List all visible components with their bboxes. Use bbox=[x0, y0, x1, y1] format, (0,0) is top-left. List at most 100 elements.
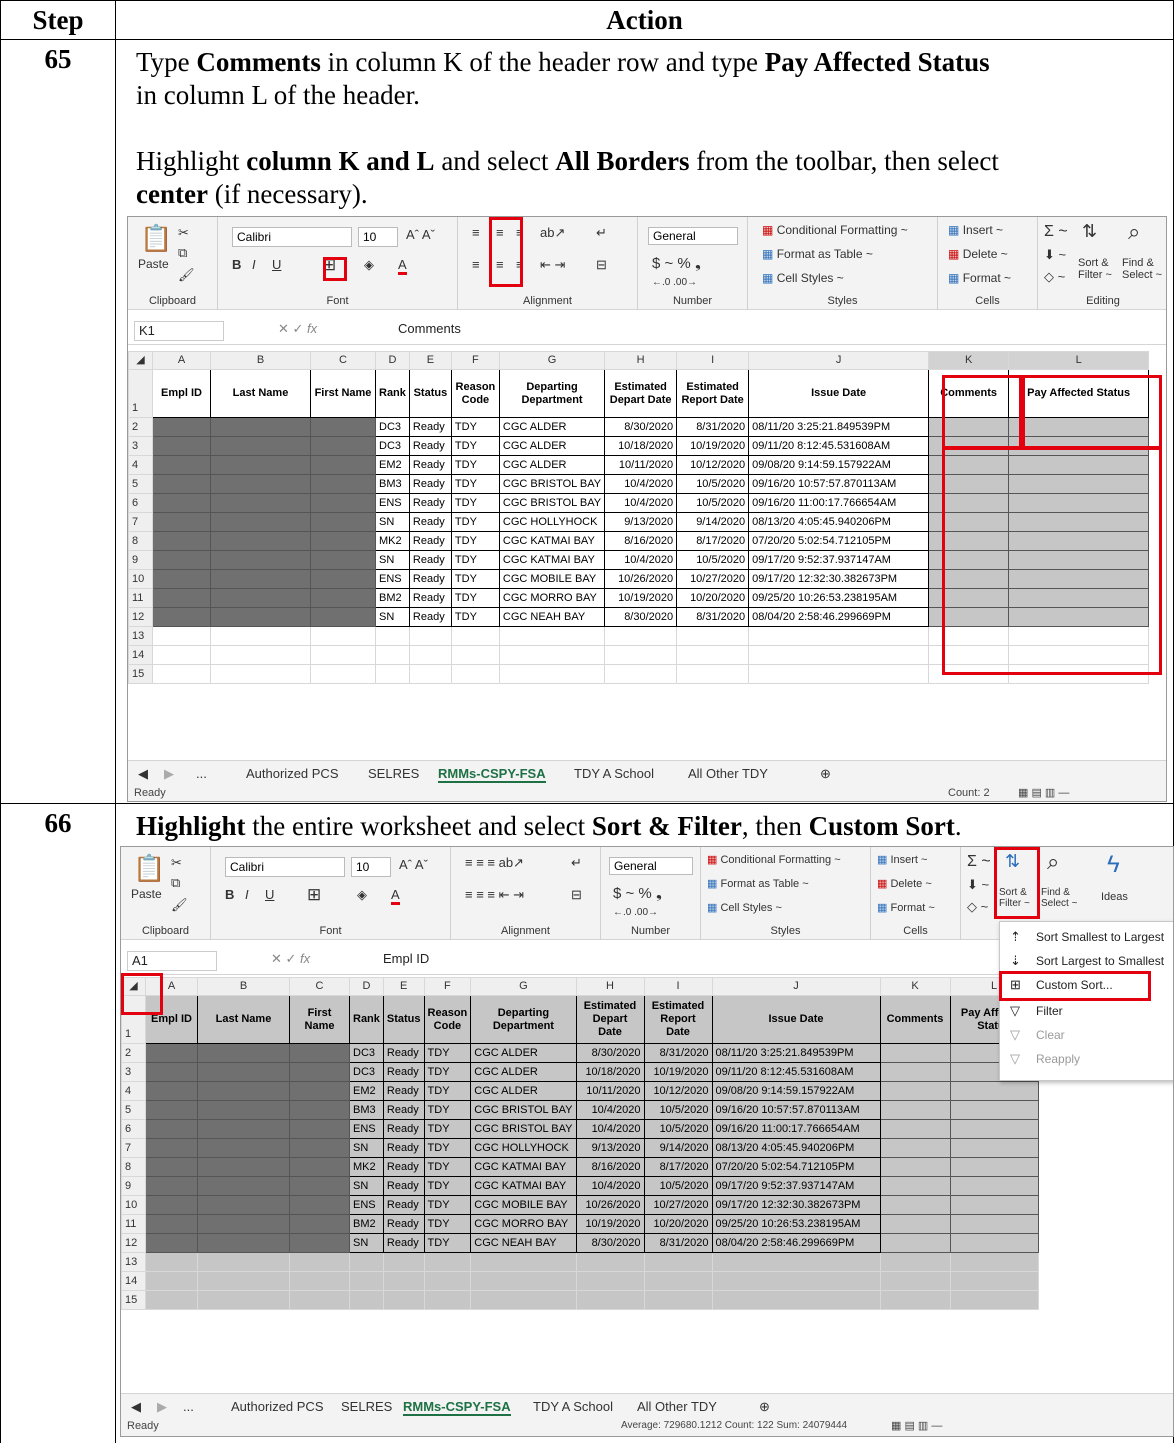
decimal-icon[interactable]: ←.0 .00→ bbox=[652, 277, 697, 288]
cell[interactable]: TDY bbox=[450, 569, 500, 589]
fill-icon[interactable]: ⬇ ~ bbox=[1044, 247, 1066, 263]
cell[interactable]: CGC ALDER bbox=[470, 1081, 577, 1101]
cell[interactable]: 10/20/2020 bbox=[676, 588, 750, 608]
cell[interactable]: 08/04/20 2:58:46.299669PM bbox=[711, 1233, 881, 1253]
redacted-cell[interactable] bbox=[197, 1100, 290, 1120]
column-header[interactable]: G bbox=[498, 351, 606, 370]
insert-button[interactable]: ▦ Insert ~ bbox=[948, 223, 1003, 237]
cell[interactable] bbox=[879, 1233, 951, 1253]
cell[interactable]: CGC MORRO BAY bbox=[470, 1214, 577, 1234]
tab-tdy-a-school[interactable]: TDY A School bbox=[574, 766, 654, 781]
add-sheet-icon[interactable]: ⊕ bbox=[759, 1399, 770, 1415]
cell[interactable]: 8/30/2020 bbox=[575, 1233, 645, 1253]
cell[interactable]: BM3 bbox=[375, 474, 410, 494]
redacted-cell[interactable] bbox=[310, 493, 376, 513]
row-header[interactable]: 9 bbox=[128, 550, 153, 570]
cell[interactable]: 10/5/2020 bbox=[643, 1100, 713, 1120]
cell[interactable]: 10/5/2020 bbox=[676, 474, 750, 494]
tab-selres[interactable]: SELRES bbox=[368, 766, 419, 781]
align-top-icon[interactable]: ≡ bbox=[472, 225, 480, 240]
redacted-cell[interactable] bbox=[197, 1138, 290, 1158]
cell[interactable] bbox=[470, 1271, 577, 1291]
wrap-text-icon[interactable]: ↵ bbox=[596, 225, 607, 241]
redacted-cell[interactable] bbox=[145, 1138, 198, 1158]
font-color-icon[interactable]: A bbox=[391, 887, 400, 905]
menu-filter[interactable]: ▽ Filter bbox=[1000, 1000, 1173, 1022]
cell[interactable] bbox=[676, 664, 750, 684]
cut-icon[interactable]: ✂ bbox=[171, 855, 182, 871]
cell[interactable]: TDY bbox=[450, 512, 500, 532]
cell[interactable]: 10/26/2020 bbox=[604, 569, 678, 589]
redacted-cell[interactable] bbox=[197, 1233, 290, 1253]
redacted-cell[interactable] bbox=[197, 1176, 290, 1196]
cell[interactable] bbox=[879, 1176, 951, 1196]
tab-all-other-tdy[interactable]: All Other TDY bbox=[637, 1399, 717, 1414]
cell[interactable] bbox=[450, 664, 500, 684]
cell[interactable]: CGC ALDER bbox=[498, 436, 606, 456]
redacted-cell[interactable] bbox=[145, 1176, 198, 1196]
cell[interactable]: DC3 bbox=[349, 1043, 384, 1063]
cell[interactable] bbox=[197, 1290, 290, 1310]
paste-label[interactable]: Paste bbox=[138, 257, 169, 271]
redacted-cell[interactable] bbox=[145, 1043, 198, 1063]
tab-rmms-cspy-fsa[interactable]: RMMs-CSPY-FSA bbox=[438, 766, 546, 783]
row-header[interactable]: 4 bbox=[128, 455, 153, 475]
row-header[interactable]: 11 bbox=[121, 1214, 146, 1234]
cell[interactable] bbox=[145, 1252, 198, 1272]
wrap-text-icon[interactable]: ↵ bbox=[571, 855, 582, 871]
cell[interactable] bbox=[349, 1271, 384, 1291]
cell[interactable] bbox=[879, 1081, 951, 1101]
redacted-cell[interactable] bbox=[152, 493, 211, 513]
cell[interactable] bbox=[408, 664, 452, 684]
row-header[interactable]: 3 bbox=[121, 1062, 146, 1082]
redacted-cell[interactable] bbox=[310, 607, 376, 627]
cell[interactable] bbox=[382, 1271, 425, 1291]
cell[interactable]: 10/12/2020 bbox=[676, 455, 750, 475]
redacted-cell[interactable] bbox=[210, 607, 311, 627]
cell[interactable] bbox=[289, 1271, 350, 1291]
cell[interactable]: TDY bbox=[450, 493, 500, 513]
cell[interactable]: 07/20/20 5:02:54.712105PM bbox=[711, 1157, 881, 1177]
cell[interactable]: 07/20/20 5:02:54.712105PM bbox=[748, 531, 930, 551]
redacted-cell[interactable] bbox=[152, 550, 211, 570]
column-header[interactable]: E bbox=[382, 977, 425, 996]
cell[interactable] bbox=[643, 1252, 713, 1272]
redacted-cell[interactable] bbox=[289, 1100, 350, 1120]
cell[interactable]: 10/19/2020 bbox=[643, 1062, 713, 1082]
fill-color-icon[interactable]: ◈ bbox=[357, 887, 367, 903]
cell[interactable]: TDY bbox=[450, 417, 500, 437]
cell[interactable]: 09/17/20 9:52:37.937147AM bbox=[711, 1176, 881, 1196]
cell[interactable]: TDY bbox=[423, 1081, 472, 1101]
cell[interactable] bbox=[310, 626, 376, 646]
cell[interactable] bbox=[349, 1252, 384, 1272]
column-header[interactable]: A bbox=[152, 351, 211, 370]
font-color-icon[interactable]: A bbox=[398, 257, 407, 275]
row-header[interactable]: 15 bbox=[128, 664, 153, 684]
row-header[interactable]: 5 bbox=[121, 1100, 146, 1120]
cell[interactable]: 10/27/2020 bbox=[676, 569, 750, 589]
redacted-cell[interactable] bbox=[210, 512, 311, 532]
conditional-formatting-button[interactable]: ▦ Conditional Formatting ~ bbox=[762, 223, 908, 237]
cell[interactable]: 8/31/2020 bbox=[676, 607, 750, 627]
view-icons[interactable]: ▦ ▤ ▥ — bbox=[1018, 786, 1069, 799]
tab-rmms-cspy-fsa[interactable]: RMMs-CSPY-FSA bbox=[403, 1399, 511, 1416]
row-header[interactable]: 13 bbox=[121, 1252, 146, 1272]
cell[interactable]: DC3 bbox=[349, 1062, 384, 1082]
cell[interactable]: CGC MOBILE BAY bbox=[498, 569, 606, 589]
cell[interactable] bbox=[949, 1290, 1039, 1310]
add-sheet-icon[interactable]: ⊕ bbox=[820, 766, 831, 782]
cell[interactable] bbox=[879, 1214, 951, 1234]
cell[interactable]: Ready bbox=[408, 588, 452, 608]
cell[interactable]: 10/12/2020 bbox=[643, 1081, 713, 1101]
cell[interactable]: SN bbox=[375, 607, 410, 627]
font-size-increase-icon[interactable]: Aˆ Aˇ bbox=[399, 857, 428, 872]
row-header[interactable]: 8 bbox=[128, 531, 153, 551]
cell[interactable]: 09/08/20 9:14:59.157922AM bbox=[711, 1081, 881, 1101]
header-cell[interactable]: Reason Code bbox=[450, 369, 500, 418]
cell[interactable]: CGC ALDER bbox=[498, 455, 606, 475]
cell[interactable] bbox=[949, 1252, 1039, 1272]
cell[interactable]: CGC KATMAI BAY bbox=[498, 550, 606, 570]
tab-authorized-pcs[interactable]: Authorized PCS bbox=[246, 766, 339, 781]
cell[interactable]: 10/18/2020 bbox=[575, 1062, 645, 1082]
align-left-icon[interactable]: ≡ bbox=[472, 257, 480, 272]
